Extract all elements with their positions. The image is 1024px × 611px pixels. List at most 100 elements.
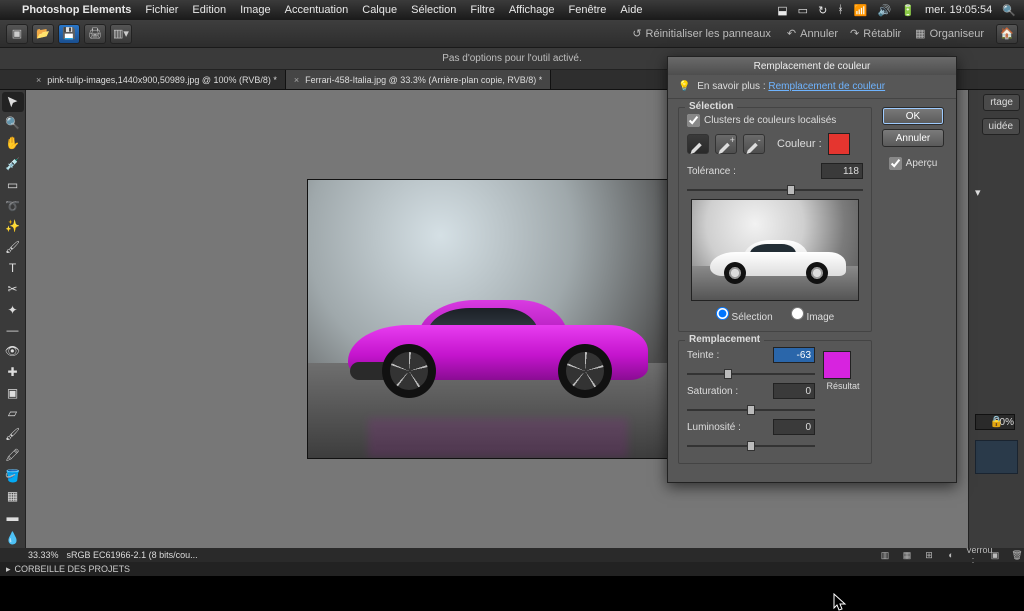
save-button[interactable]: 💾 bbox=[58, 24, 80, 44]
dialog-help: 💡 En savoir plus : Remplacement de coule… bbox=[668, 75, 956, 99]
print-button[interactable]: 🖨 bbox=[84, 24, 106, 44]
clusters-check-input[interactable] bbox=[687, 114, 700, 127]
ok-button[interactable]: OK bbox=[882, 107, 944, 125]
healing-tool[interactable]: ✚ bbox=[2, 362, 24, 382]
sample-color-swatch[interactable] bbox=[828, 133, 850, 155]
menu-edition[interactable]: Edition bbox=[192, 4, 226, 16]
tolerance-input[interactable] bbox=[821, 163, 863, 179]
house-icon[interactable]: 🏠 bbox=[996, 24, 1018, 44]
document-canvas[interactable] bbox=[307, 179, 687, 459]
arrange-button[interactable]: ▥▾ bbox=[110, 24, 132, 44]
verrou-label: Verrou : bbox=[966, 545, 980, 565]
bluetooth-icon[interactable]: ᚼ bbox=[837, 4, 844, 16]
display-icon[interactable]: ▭ bbox=[798, 4, 808, 17]
menu-aide[interactable]: Aide bbox=[620, 4, 642, 16]
menu-selection[interactable]: Sélection bbox=[411, 4, 456, 16]
clock[interactable]: mer. 19:05:54 bbox=[925, 4, 992, 16]
color-profile: sRGB EC61966-2.1 (8 bits/cou... bbox=[67, 550, 198, 560]
brush-tool[interactable]: 🖌 bbox=[2, 424, 24, 444]
layer-thumb[interactable] bbox=[975, 440, 1018, 474]
straighten-tool[interactable]: — bbox=[2, 320, 24, 340]
open-button[interactable]: 📂 bbox=[32, 24, 54, 44]
close-icon[interactable]: × bbox=[294, 75, 299, 85]
project-bin-bar[interactable]: ▸ CORBEILLE DES PROJETS bbox=[0, 562, 1024, 576]
selection-preview bbox=[691, 199, 859, 301]
hand-tool[interactable]: ✋ bbox=[2, 134, 24, 154]
result-label: Résultat bbox=[823, 381, 863, 391]
clone-tool[interactable]: ▣ bbox=[2, 383, 24, 403]
home-button[interactable]: ▣ bbox=[6, 24, 28, 44]
spotlight-icon[interactable]: 🔍 bbox=[1002, 4, 1016, 17]
eyedropper-icon[interactable] bbox=[687, 134, 709, 154]
lock-icon[interactable]: 🔒 bbox=[990, 415, 1004, 428]
sponge-tool[interactable]: 💧 bbox=[2, 528, 24, 548]
tolerance-slider[interactable] bbox=[687, 185, 863, 195]
undo-label: Annuler bbox=[800, 28, 838, 40]
organizer-link[interactable]: ▦ Organiseur bbox=[915, 27, 984, 40]
help-link[interactable]: Remplacement de couleur bbox=[768, 81, 885, 92]
lum-input[interactable] bbox=[773, 419, 815, 435]
marquee-tool[interactable]: ▭ bbox=[2, 175, 24, 195]
zoom-tool[interactable]: 🔍 bbox=[2, 113, 24, 133]
preview-checkbox[interactable]: Aperçu bbox=[889, 157, 938, 170]
sat-slider[interactable] bbox=[687, 405, 815, 415]
shape-tool[interactable]: ▬ bbox=[2, 507, 24, 527]
menu-affichage[interactable]: Affichage bbox=[509, 4, 555, 16]
eraser-tool[interactable]: ▱ bbox=[2, 403, 24, 423]
lasso-tool[interactable]: ➰ bbox=[2, 196, 24, 216]
trash-icon[interactable]: 🗑 bbox=[1010, 550, 1024, 561]
hue-input[interactable] bbox=[773, 347, 815, 363]
time-machine-icon[interactable]: ↻ bbox=[818, 4, 827, 17]
battery-icon[interactable]: 🔋 bbox=[901, 4, 915, 17]
eyedropper-plus-icon[interactable]: + bbox=[715, 134, 737, 154]
menu-calque[interactable]: Calque bbox=[362, 4, 397, 16]
tab-ferrari[interactable]: ×Ferrari-458-Italia.jpg @ 33.3% (Arrière… bbox=[286, 70, 551, 89]
menu-fichier[interactable]: Fichier bbox=[145, 4, 178, 16]
volume-icon[interactable]: 🔊 bbox=[878, 4, 892, 17]
menu-accentuation[interactable]: Accentuation bbox=[285, 4, 349, 16]
menu-image[interactable]: Image bbox=[240, 4, 271, 16]
clusters-checkbox[interactable]: Clusters de couleurs localisés bbox=[687, 114, 863, 127]
quick-select-tool[interactable]: 🖌 bbox=[2, 237, 24, 257]
replacement-group: Remplacement Teinte : Saturation : bbox=[678, 340, 872, 464]
hue-slider[interactable] bbox=[687, 369, 815, 379]
type-tool[interactable]: T bbox=[2, 258, 24, 278]
close-icon[interactable]: × bbox=[36, 75, 41, 85]
status-icon[interactable]: ▦ bbox=[900, 550, 914, 561]
dropbox-icon[interactable]: ⬓ bbox=[777, 4, 787, 17]
smart-brush-tool[interactable]: 🖍 bbox=[2, 445, 24, 465]
app-name[interactable]: Photoshop Elements bbox=[22, 4, 131, 16]
bucket-tool[interactable]: 🪣 bbox=[2, 466, 24, 486]
wifi-icon[interactable]: 📶 bbox=[854, 4, 868, 17]
eyedropper-tool[interactable]: 💉 bbox=[2, 154, 24, 174]
result-swatch[interactable] bbox=[823, 351, 851, 379]
redo-link[interactable]: ↷Rétablir bbox=[850, 27, 901, 40]
radio-selection[interactable]: Sélection bbox=[716, 307, 773, 323]
status-icon[interactable]: ▥ bbox=[878, 550, 892, 561]
menu-fenetre[interactable]: Fenêtre bbox=[569, 4, 607, 16]
tab-pink-tulip[interactable]: ×pink-tulip-images,1440x900,50989.jpg @ … bbox=[28, 70, 286, 89]
undo-link[interactable]: ↶Annuler bbox=[787, 27, 838, 40]
tab-guidee[interactable]: uidée bbox=[982, 118, 1020, 135]
gradient-tool[interactable]: ▦ bbox=[2, 487, 24, 507]
status-icon[interactable]: ◐ bbox=[944, 550, 958, 560]
zoom-level[interactable]: 33.33% bbox=[28, 550, 59, 560]
crop-tool[interactable]: ✂ bbox=[2, 279, 24, 299]
status-icon[interactable]: ⊞ bbox=[922, 550, 936, 561]
reset-panels-link[interactable]: ↺ Réinitialiser les panneaux bbox=[632, 27, 771, 40]
chevron-right-icon: ▸ bbox=[6, 564, 11, 575]
lum-slider[interactable] bbox=[687, 441, 815, 451]
menu-filtre[interactable]: Filtre bbox=[470, 4, 494, 16]
cookie-cutter-tool[interactable]: ✦ bbox=[2, 300, 24, 320]
tab-partage[interactable]: rtage bbox=[983, 94, 1020, 111]
redeye-tool[interactable]: 👁 bbox=[2, 341, 24, 361]
app-topbar: ▣ 📂 💾 🖨 ▥▾ ↺ Réinitialiser les panneaux … bbox=[0, 20, 1024, 48]
magic-wand-tool[interactable]: ✨ bbox=[2, 217, 24, 237]
status-icon[interactable]: ▣ bbox=[988, 550, 1002, 561]
dropdown-icon[interactable]: ▾ bbox=[975, 186, 981, 199]
cancel-button[interactable]: Annuler bbox=[882, 129, 944, 147]
eyedropper-minus-icon[interactable]: - bbox=[743, 134, 765, 154]
radio-image[interactable]: Image bbox=[791, 307, 835, 323]
sat-input[interactable] bbox=[773, 383, 815, 399]
move-tool[interactable] bbox=[2, 92, 24, 112]
